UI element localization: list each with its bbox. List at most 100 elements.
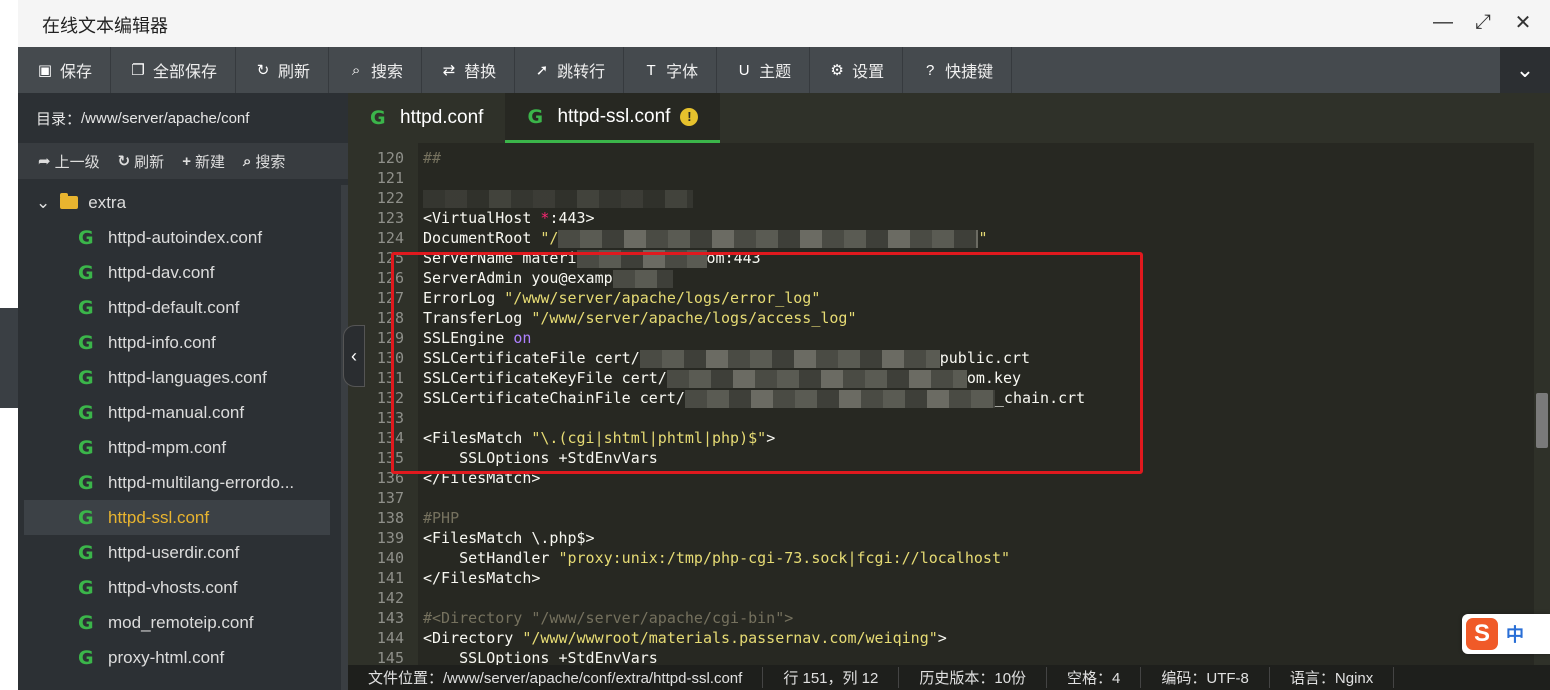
code-line: 141 </FilesMatch> <box>376 569 541 587</box>
file-item[interactable]: Ghttpd-userdir.conf <box>18 535 348 570</box>
chevron-down-icon: ⌄ <box>1515 57 1535 82</box>
status-bar: 文件位置：/www/server/apache/conf/extra/httpd… <box>348 665 1550 690</box>
replace-icon: ⇄ <box>442 62 456 79</box>
plus-icon: + <box>182 152 191 170</box>
theme-icon: U <box>738 61 750 79</box>
file-g-icon: G <box>78 436 94 459</box>
new-file-button[interactable]: + 新建 <box>182 151 225 172</box>
code-line: 145 SSLOptions +StdEnvVars <box>376 649 658 665</box>
code-line: 124 DocumentRoot "/" <box>376 229 988 248</box>
file-g-icon: G <box>78 506 94 529</box>
sidebar-search-button[interactable]: ⌕ 搜索 <box>243 151 285 172</box>
code-line: 143 #<Directory "/www/server/apache/cgi-b… <box>376 609 794 627</box>
file-item[interactable]: Ghttpd-vhosts.conf <box>18 570 348 605</box>
chevron-down-icon: ⌄ <box>36 192 51 212</box>
help-icon: ? <box>925 61 935 79</box>
font-icon: T <box>646 61 656 79</box>
sidebar-refresh-button[interactable]: ↻ 刷新 <box>118 151 165 172</box>
up-level-button[interactable]: ➦ 上一级 <box>38 151 100 172</box>
file-item[interactable]: Gmod_remoteip.conf <box>18 605 348 640</box>
search-icon: ⌕ <box>242 152 252 170</box>
editor-window: 在线文本编辑器 — ⤢ ✕ ▣ 保存 ❐ 全部保存 ↻ 刷新 ⌕ 搜索 ⇄ 替换 ➚ 跳转行… <box>0 0 1550 690</box>
save-all-icon: ❐ <box>131 62 145 79</box>
sidebar-collapse-handle[interactable]: ‹ <box>343 325 365 387</box>
code-line: 123 <VirtualHost *:443> <box>376 209 595 227</box>
ime-toolbar[interactable]: S 中 <box>1462 614 1550 654</box>
status-cursor-position[interactable]: 行 151，列 12 <box>763 667 900 688</box>
ime-mode-indicator[interactable]: 中 <box>1506 621 1524 647</box>
background-app-edge <box>0 46 18 690</box>
code-line: 139 <FilesMatch \.php$> <box>376 529 595 547</box>
arrow-up-right-icon: ➦ <box>38 153 51 170</box>
code-editor: Ghttpd.conf Ghttpd-ssl.conf! 120 ## 121 1… <box>348 93 1550 690</box>
code-line: 120 ## <box>376 149 442 167</box>
file-g-icon: G <box>78 296 94 319</box>
file-item[interactable]: Ghttpd-autoindex.conf <box>18 220 348 255</box>
sidebar-actions: ➦ 上一级 ↻ 刷新 + 新建 ⌕ 搜索 <box>18 143 348 179</box>
code-line: 122 <box>348 188 1534 208</box>
replace-button[interactable]: ⇄ 替换 <box>422 47 516 93</box>
minimize-button[interactable]: — <box>1432 10 1454 34</box>
file-g-icon: G <box>78 471 94 494</box>
refresh-icon: ↻ <box>256 62 270 79</box>
search-icon: ⌕ <box>351 61 361 79</box>
goto-line-icon: ➚ <box>535 62 549 79</box>
status-history[interactable]: 历史版本：10份 <box>899 667 1048 688</box>
shortcuts-button[interactable]: ? 快捷键 <box>903 47 1013 93</box>
redacted-region <box>558 229 979 248</box>
file-tree: ⌄ extra Ghttpd-autoindex.conf Ghttpd-dav… <box>18 185 348 675</box>
tab-httpd-ssl-conf[interactable]: Ghttpd-ssl.conf! <box>505 93 721 143</box>
status-language[interactable]: 语言：Nginx <box>1270 667 1395 688</box>
file-item[interactable]: Ghttpd-dav.conf <box>18 255 348 290</box>
maximize-button[interactable]: ⤢ <box>1472 10 1494 34</box>
folder-extra[interactable]: ⌄ extra <box>18 185 348 220</box>
code-line: 144 <Directory "/www/wwwroot/materials.pa… <box>376 629 947 647</box>
font-button[interactable]: T 字体 <box>624 47 718 93</box>
file-sidebar: 目录：/www/server/apache/conf ➦ 上一级 ↻ 刷新 + 新建 … <box>18 93 348 690</box>
goto-line-button[interactable]: ➚ 跳转行 <box>515 47 625 93</box>
settings-button[interactable]: ⚙ 设置 <box>810 47 904 93</box>
file-item[interactable]: Ghttpd-multilang-errordo... <box>18 465 348 500</box>
search-button[interactable]: ⌕ 搜索 <box>329 47 423 93</box>
file-item[interactable]: Gproxy-html.conf <box>18 640 348 675</box>
sidebar-scrollbar[interactable] <box>341 185 348 690</box>
directory-path: 目录：/www/server/apache/conf <box>36 109 250 128</box>
file-g-icon: G <box>78 331 94 354</box>
file-item[interactable]: Ghttpd-manual.conf <box>18 395 348 430</box>
code-line: 137 <box>376 489 404 507</box>
file-item[interactable]: Ghttpd-languages.conf <box>18 360 348 395</box>
file-item[interactable]: Ghttpd-info.conf <box>18 325 348 360</box>
red-annotation-box <box>391 252 1143 474</box>
theme-button[interactable]: U 主题 <box>717 47 811 93</box>
code-area[interactable]: 120 ## 121 122 123 <VirtualHost *:443> 124… <box>348 143 1534 665</box>
file-g-icon: G <box>78 226 94 249</box>
code-line: 138 #PHP <box>376 509 460 527</box>
file-g-icon: G <box>78 541 94 564</box>
save-button[interactable]: ▣ 保存 <box>18 47 112 93</box>
file-g-icon: G <box>78 261 94 284</box>
refresh-icon: ↻ <box>117 153 131 170</box>
scrollbar-thumb[interactable] <box>1536 393 1548 448</box>
sogou-logo-icon: S <box>1466 618 1498 650</box>
window-title: 在线文本编辑器 <box>42 16 168 36</box>
toolbar: ▣ 保存 ❐ 全部保存 ↻ 刷新 ⌕ 搜索 ⇄ 替换 ➚ 跳转行 T 字体 U 主题 ⚙ 设置 ?… <box>18 47 1550 93</box>
refresh-button[interactable]: ↻ 刷新 <box>236 47 330 93</box>
file-g-icon: G <box>78 576 94 599</box>
editor-scrollbar[interactable] <box>1534 143 1550 665</box>
status-file-path: 文件位置：/www/server/apache/conf/extra/httpd… <box>348 667 764 688</box>
close-button[interactable]: ✕ <box>1512 10 1534 34</box>
file-g-icon: G <box>78 401 94 424</box>
folder-icon <box>60 193 79 209</box>
chevron-left-icon: ‹ <box>351 345 357 366</box>
status-indent[interactable]: 空格：4 <box>1047 667 1142 688</box>
save-all-button[interactable]: ❐ 全部保存 <box>111 47 237 93</box>
file-g-icon: G <box>78 366 94 389</box>
toolbar-collapse-button[interactable]: ⌄ <box>1500 47 1550 93</box>
code-line: 121 <box>376 169 404 187</box>
file-item-active[interactable]: Ghttpd-ssl.conf <box>24 500 330 535</box>
file-item[interactable]: Ghttpd-mpm.conf <box>18 430 348 465</box>
file-item[interactable]: Ghttpd-default.conf <box>18 290 348 325</box>
status-encoding[interactable]: 编码：UTF-8 <box>1141 667 1270 688</box>
code-line: 142 <box>376 589 404 607</box>
tab-httpd-conf[interactable]: Ghttpd.conf <box>348 93 505 143</box>
